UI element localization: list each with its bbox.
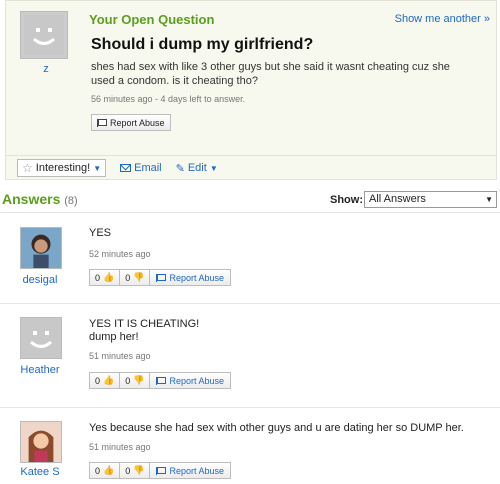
question-box: z Your Open Question Show me another » S… [5, 0, 497, 180]
answer-text: Yes because she had sex with other guys … [89, 422, 464, 434]
user-avatar-icon [21, 228, 61, 268]
report-abuse-button[interactable]: Report Abuse [150, 463, 230, 478]
show-filter-value: All Answers [369, 193, 426, 205]
thumbs-up-icon: 👍 [103, 375, 115, 385]
answerer-name[interactable]: desigal [0, 274, 80, 286]
report-abuse-label: Report Abuse [169, 375, 225, 386]
answers-heading: Answers (8) [2, 191, 78, 207]
avatar[interactable] [20, 227, 62, 269]
email-label: Email [134, 162, 162, 174]
thumbs-up-icon: 👍 [103, 465, 115, 475]
thumbs-up-count: 0 [95, 272, 101, 283]
flag-icon [97, 118, 107, 127]
thumbs-down-count: 0 [125, 375, 131, 386]
show-another-link[interactable]: Show me another » [395, 13, 490, 25]
email-button[interactable]: Email [120, 162, 162, 174]
edit-label: Edit [187, 162, 207, 174]
thumbs-up-button[interactable]: 0 👍 [90, 373, 121, 388]
thumbs-up-count: 0 [95, 375, 101, 386]
report-abuse-button[interactable]: Report Abuse [150, 270, 230, 285]
answerer-name[interactable]: Katee S [0, 466, 80, 478]
answer-controls: 0 👍 0 👎 Report Abuse [89, 372, 232, 389]
report-abuse-label: Report Abuse [169, 272, 225, 283]
answerer-name[interactable]: Heather [0, 364, 80, 376]
answer-time: 51 minutes ago [89, 351, 151, 361]
report-abuse-label: Report Abuse [169, 465, 225, 476]
mail-icon [120, 164, 132, 172]
thumbs-up-count: 0 [95, 465, 101, 476]
interesting-label: Interesting! [35, 162, 91, 174]
answer-time: 51 minutes ago [89, 442, 151, 452]
question-title: Should i dump my girlfriend? [91, 36, 314, 53]
user-avatar-icon [21, 422, 61, 462]
thumbs-down-icon: 👎 [133, 272, 145, 282]
thumbs-up-button[interactable]: 0 👍 [90, 270, 121, 285]
thumbs-up-button[interactable]: 0 👍 [90, 463, 121, 478]
show-filter-label: Show: [330, 194, 363, 206]
chevron-down-icon: ▼ [485, 195, 493, 204]
question-body: shes had sex with like 3 other guys but … [91, 61, 450, 87]
chevron-down-icon: ▼ [93, 163, 102, 173]
question-section-heading: Your Open Question [89, 12, 215, 27]
interesting-button[interactable]: ☆ Interesting! ▼ [17, 159, 107, 177]
divider [0, 303, 500, 304]
report-abuse-button[interactable]: Report Abuse [150, 373, 230, 388]
asker-avatar[interactable] [20, 11, 68, 59]
avatar[interactable] [20, 317, 62, 359]
asker-name[interactable]: z [36, 63, 56, 75]
thumbs-down-count: 0 [125, 465, 131, 476]
thumbs-down-icon: 👎 [133, 375, 145, 385]
show-filter-select[interactable]: All Answers ▼ [364, 191, 497, 208]
thumbs-down-button[interactable]: 0 👎 [120, 270, 151, 285]
thumbs-down-button[interactable]: 0 👎 [120, 373, 151, 388]
edit-button[interactable]: ✎ Edit ▼ [176, 162, 218, 175]
answer-controls: 0 👍 0 👎 Report Abuse [89, 269, 232, 286]
thumbs-down-icon: 👎 [133, 465, 145, 475]
pencil-icon: ✎ [175, 162, 185, 175]
thumbs-down-button[interactable]: 0 👎 [120, 463, 151, 478]
question-report-abuse-button[interactable]: Report Abuse [91, 114, 171, 131]
star-icon: ☆ [22, 161, 33, 175]
default-avatar-icon [21, 318, 61, 358]
flag-icon [156, 376, 167, 385]
answer-time: 52 minutes ago [89, 249, 151, 259]
divider [0, 212, 500, 213]
default-avatar-icon [24, 15, 64, 55]
answers-count: (8) [64, 195, 78, 207]
answer-text: YES [89, 227, 112, 239]
chevron-down-icon: ▼ [209, 163, 218, 173]
report-abuse-label: Report Abuse [110, 117, 165, 128]
question-meta: 56 minutes ago - 4 days left to answer. [91, 94, 246, 104]
answer-text: YES IT IS CHEATING! dump her! [89, 318, 200, 343]
flag-icon [156, 466, 167, 475]
thumbs-up-icon: 👍 [103, 272, 115, 282]
question-toolbar: ☆ Interesting! ▼ Email ✎ Edit ▼ [5, 155, 497, 180]
flag-icon [156, 273, 167, 282]
thumbs-down-count: 0 [125, 272, 131, 283]
avatar[interactable] [20, 421, 62, 463]
answers-title: Answers [2, 191, 61, 207]
answer-controls: 0 👍 0 👎 Report Abuse [89, 462, 232, 479]
divider [0, 407, 500, 408]
